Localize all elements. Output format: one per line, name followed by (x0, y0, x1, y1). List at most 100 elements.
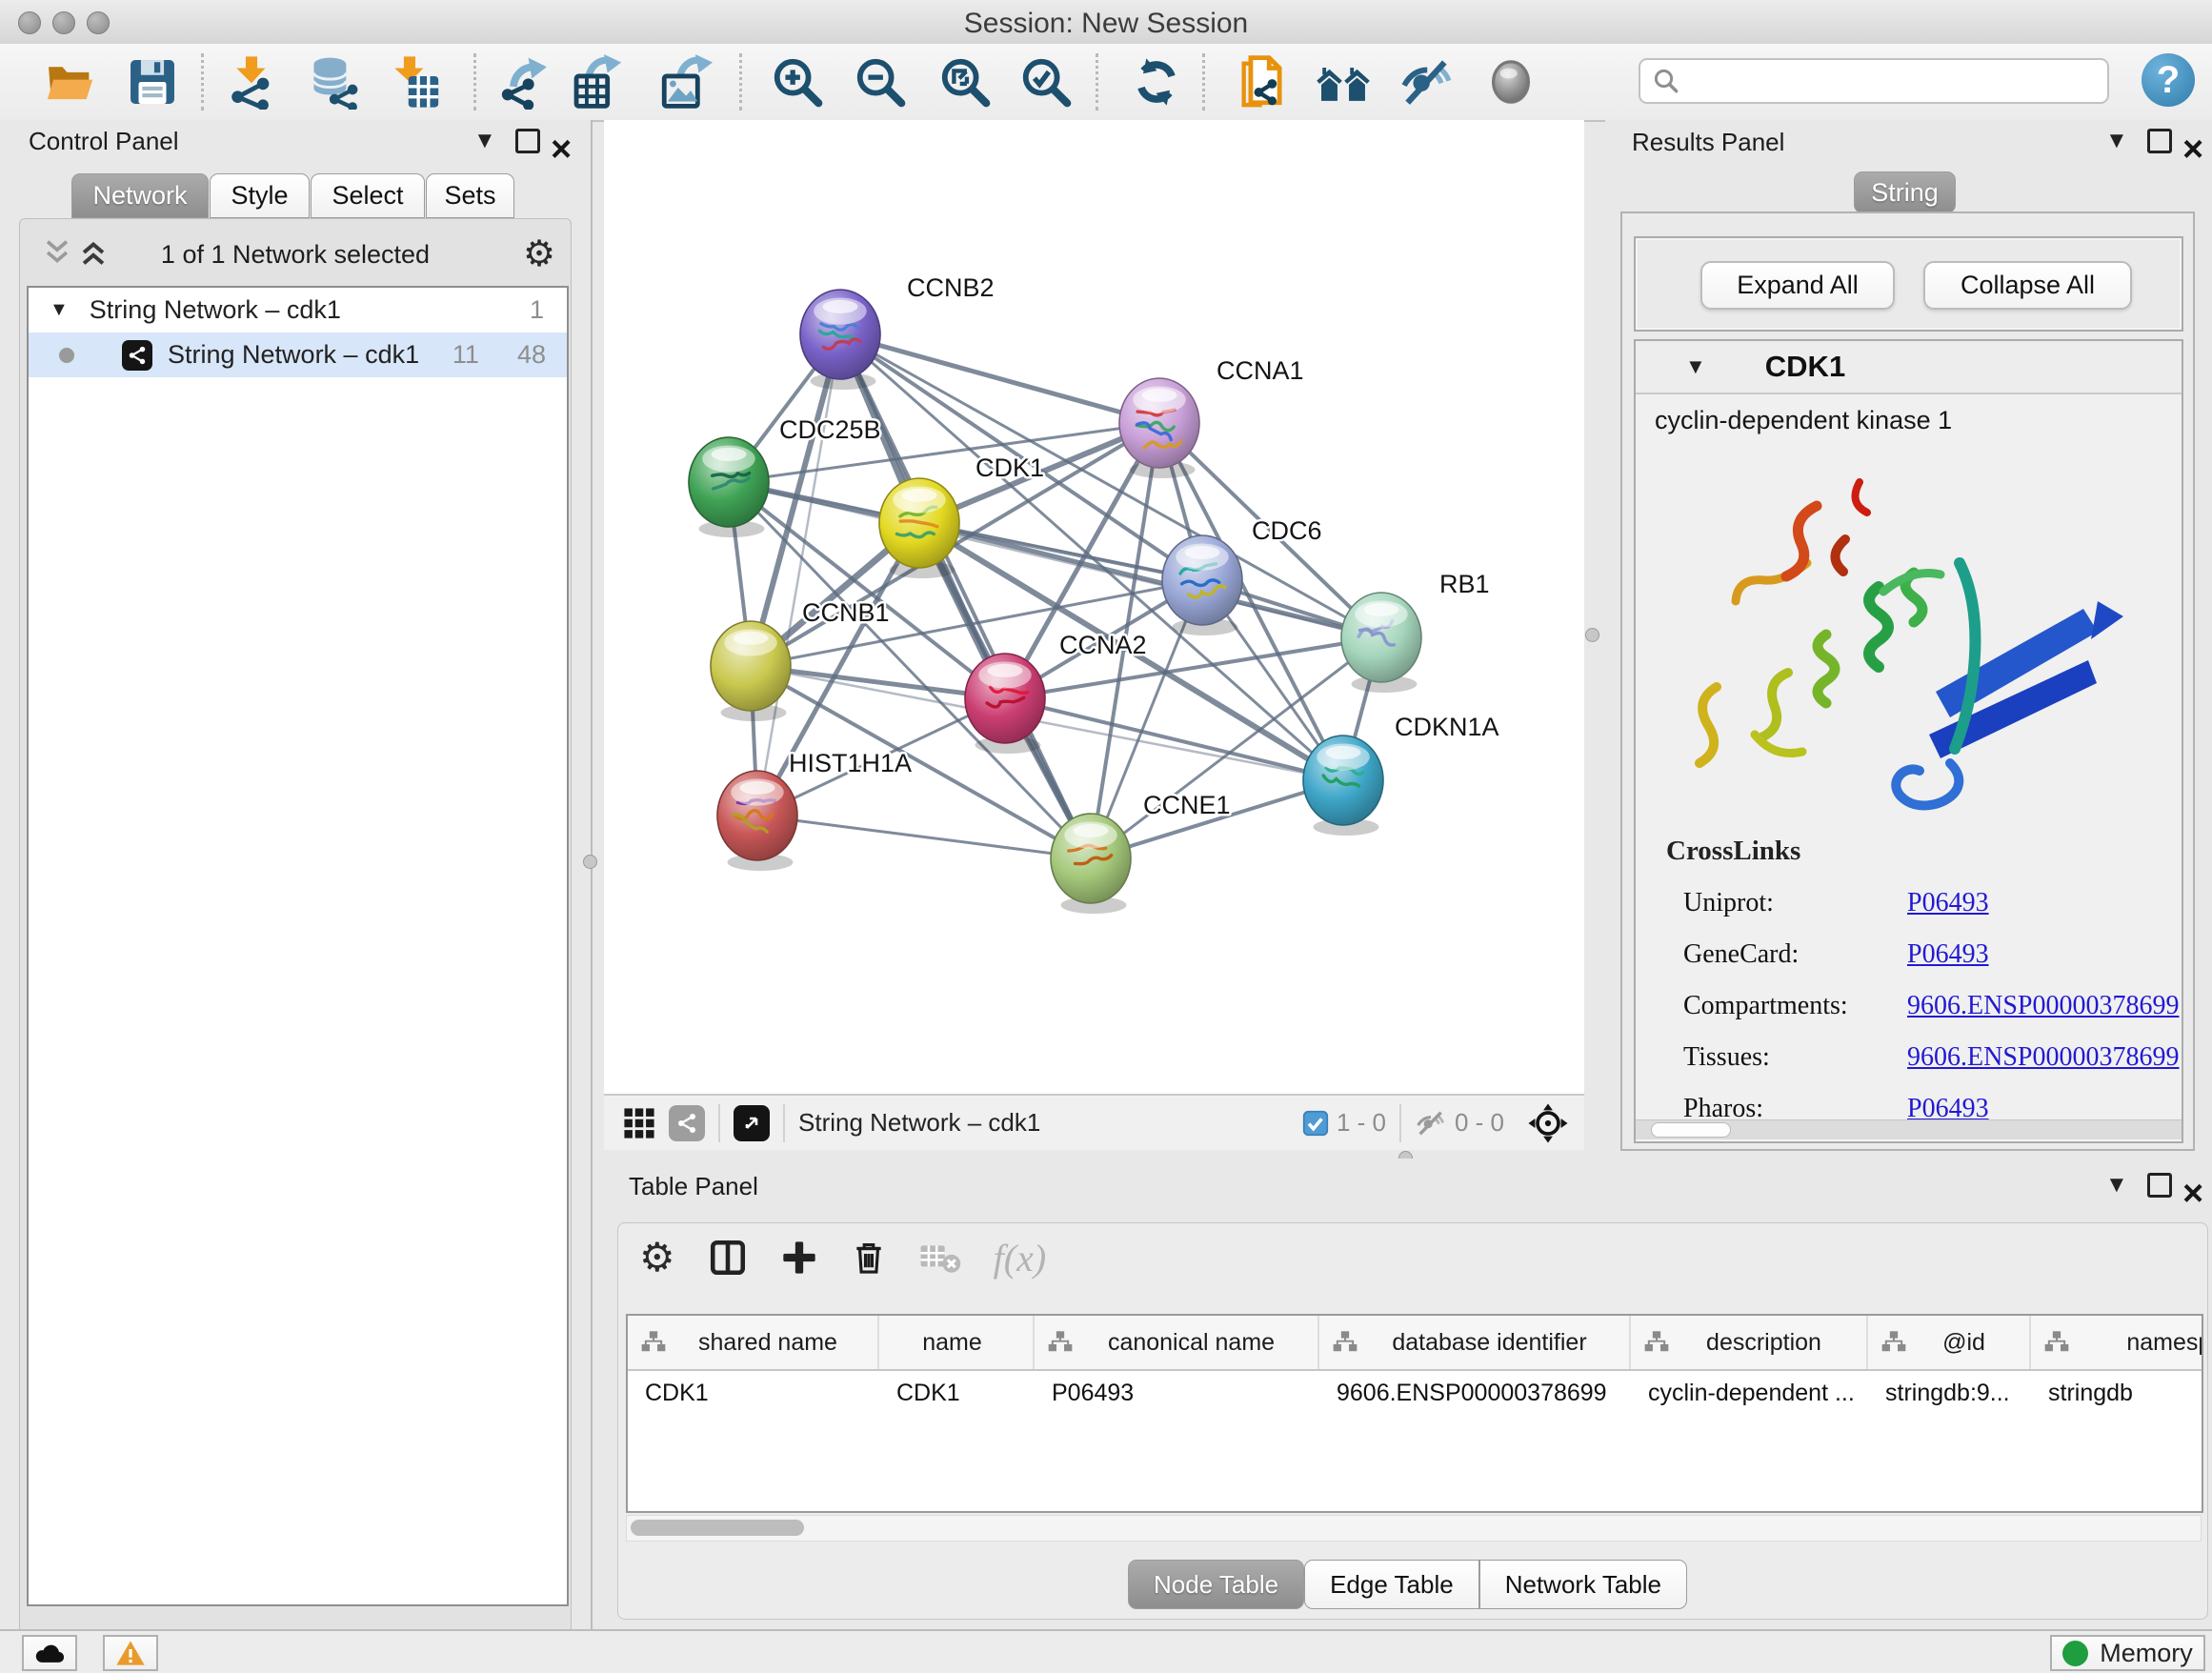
column-header[interactable]: canonical name (1035, 1316, 1319, 1369)
open-file-button[interactable] (40, 51, 101, 112)
collapse-panel-icon[interactable]: ▼ (2105, 130, 2128, 152)
help-button[interactable]: ? (2142, 53, 2195, 107)
show-columns-icon[interactable] (708, 1238, 748, 1278)
table-cell[interactable]: stringdb (2031, 1380, 2203, 1407)
import-network-file-button[interactable] (221, 51, 282, 112)
collapse-all-button[interactable]: Collapse All (1923, 261, 2132, 310)
refresh-layout-button[interactable] (1126, 51, 1187, 112)
vertical-splitter-handle[interactable] (1585, 628, 1599, 642)
network-node[interactable] (1119, 378, 1199, 478)
grid-view-icon[interactable] (623, 1107, 655, 1139)
string-visibility-button[interactable] (1396, 51, 1457, 112)
save-session-button[interactable] (122, 51, 183, 112)
refresh-icon (1129, 54, 1184, 110)
warning-status-button[interactable] (103, 1635, 158, 1671)
crosslink-row: Uniprot:P06493 (1683, 888, 2182, 918)
tab-network-table[interactable]: Network Table (1479, 1560, 1687, 1609)
string-home-button[interactable] (1313, 51, 1374, 112)
expand-all-button[interactable]: Expand All (1700, 261, 1895, 310)
search-input[interactable] (1680, 66, 2084, 97)
table-cell[interactable]: stringdb:9... (1868, 1380, 2031, 1407)
tab-edge-table[interactable]: Edge Table (1304, 1560, 1479, 1609)
zoom-in-button[interactable] (767, 51, 828, 112)
column-header[interactable]: database identifier (1319, 1316, 1631, 1369)
network-graph[interactable]: CCNB2CCNA1CDC25BCDK1CDC6RB1CCNB1CCNA2CDK… (604, 120, 1584, 1094)
node-label: RB1 (1439, 570, 1490, 598)
collapse-panel-icon[interactable]: ▼ (473, 130, 496, 152)
column-header[interactable]: namespace (2031, 1316, 2203, 1369)
crosslink-link[interactable]: P06493 (1907, 939, 1989, 970)
close-panel-icon[interactable]: × (2182, 1183, 2203, 1205)
column-header[interactable]: name (879, 1316, 1035, 1369)
tab-select[interactable]: Select (311, 173, 425, 218)
add-column-icon[interactable] (780, 1239, 818, 1277)
export-network-button[interactable] (494, 51, 555, 112)
table-cell[interactable]: P06493 (1035, 1380, 1319, 1407)
view-indicator-dot (59, 348, 74, 363)
network-row-selected[interactable]: String Network – cdk1 11 48 (29, 333, 567, 377)
network-node[interactable] (689, 437, 769, 537)
memory-button[interactable]: Memory (2050, 1635, 2205, 1671)
network-edge[interactable] (757, 816, 1091, 858)
tab-node-table[interactable]: Node Table (1128, 1560, 1304, 1609)
import-table-file-button[interactable] (385, 51, 446, 112)
collapse-panel-icon[interactable]: ▼ (2105, 1174, 2128, 1197)
crosslink-link[interactable]: P06493 (1907, 888, 1989, 918)
collapse-entry-icon[interactable]: ▼ (1685, 354, 1706, 379)
string-import-button[interactable] (1232, 51, 1293, 112)
network-node[interactable] (1051, 814, 1131, 914)
fit-selected-crosshair-icon[interactable] (1527, 1102, 1569, 1144)
results-horizontal-scrollbar[interactable] (1636, 1119, 2182, 1139)
close-panel-icon[interactable]: × (551, 139, 572, 161)
network-node[interactable] (711, 621, 791, 721)
network-node[interactable] (1341, 593, 1421, 693)
table-horizontal-scrollbar[interactable] (626, 1515, 2202, 1542)
network-collection-row[interactable]: ▼ String Network – cdk1 1 (29, 288, 567, 333)
scrollbar-thumb[interactable] (1651, 1122, 1731, 1138)
column-header[interactable]: @id (1868, 1316, 2031, 1369)
tree-expander-icon[interactable]: ▼ (50, 299, 69, 321)
vertical-splitter-handle[interactable] (583, 855, 597, 869)
network-canvas[interactable]: CCNB2CCNA1CDC25BCDK1CDC6RB1CCNB1CCNA2CDK… (604, 120, 1584, 1094)
table-cell[interactable]: CDK1 (628, 1380, 879, 1407)
tab-sets[interactable]: Sets (426, 173, 514, 218)
column-header[interactable]: shared name (628, 1316, 879, 1369)
import-table-icon (388, 54, 443, 110)
zoom-fit-button[interactable] (935, 51, 995, 112)
crosslink-link[interactable]: 9606.ENSP00000378699 (1907, 1042, 2179, 1073)
export-image-button[interactable] (654, 51, 715, 112)
cdk1-card-header[interactable]: ▼ CDK1 (1636, 341, 2182, 394)
tab-string[interactable]: String (1854, 171, 1956, 213)
table-cell[interactable]: 9606.ENSP00000378699 (1319, 1380, 1631, 1407)
network-node[interactable] (717, 771, 797, 871)
tab-network[interactable]: Network (71, 173, 209, 218)
network-node[interactable] (879, 478, 959, 578)
close-panel-icon[interactable]: × (2182, 139, 2203, 161)
scrollbar-thumb[interactable] (631, 1520, 804, 1536)
crosslink-link[interactable]: 9606.ENSP00000378699 (1907, 991, 2179, 1021)
network-node[interactable] (1303, 736, 1383, 836)
zoom-selected-button[interactable] (1016, 51, 1076, 112)
network-options-gear-icon[interactable]: ⚙ (523, 232, 555, 275)
hidden-eye-icon[interactable] (1415, 1107, 1447, 1139)
open-in-window-icon[interactable] (734, 1105, 770, 1141)
delete-table-icon[interactable] (919, 1240, 961, 1276)
column-header[interactable]: description (1631, 1316, 1868, 1369)
float-panel-icon[interactable] (2147, 1173, 2172, 1198)
table-cell[interactable]: cyclin-dependent ... (1631, 1380, 1868, 1407)
function-builder-icon[interactable]: f(x) (994, 1236, 1047, 1280)
zoom-out-button[interactable] (850, 51, 911, 112)
float-panel-icon[interactable] (515, 129, 540, 153)
table-cell[interactable]: CDK1 (879, 1380, 1035, 1407)
delete-column-trash-icon[interactable] (851, 1239, 887, 1277)
cloud-status-button[interactable] (22, 1635, 77, 1671)
float-panel-icon[interactable] (2147, 129, 2172, 153)
table-row[interactable]: CDK1CDK1P064939606.ENSP00000378699cyclin… (628, 1371, 2202, 1415)
table-settings-gear-icon[interactable]: ⚙ (639, 1238, 675, 1278)
export-table-button[interactable] (568, 51, 629, 112)
tab-style[interactable]: Style (210, 173, 310, 218)
import-network-database-button[interactable] (303, 51, 364, 112)
selected-checkbox-icon[interactable] (1302, 1110, 1329, 1137)
string-sphere-button[interactable] (1480, 51, 1541, 112)
share-view-icon[interactable] (669, 1105, 705, 1141)
